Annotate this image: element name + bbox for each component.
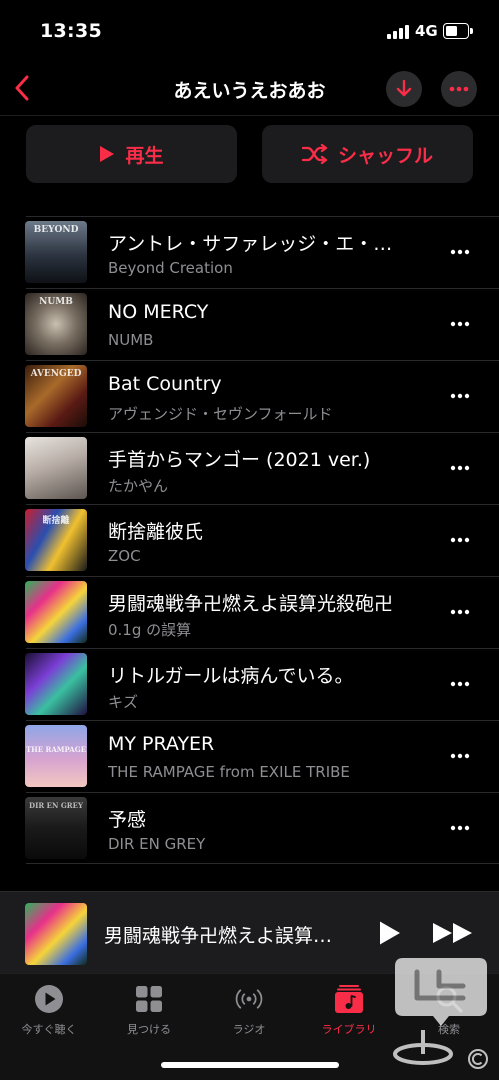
more-options-button[interactable] <box>441 71 477 107</box>
ellipsis-icon <box>450 393 470 399</box>
ellipsis-icon <box>450 321 470 327</box>
grid-icon <box>134 984 164 1014</box>
track-title: NO MERCY <box>108 301 209 323</box>
track-title: 断捨離彼氏 <box>108 521 204 543</box>
track-more-button[interactable] <box>445 600 475 624</box>
ellipsis-icon <box>450 537 470 543</box>
track-title: アントレ・サファレッジ・エ・… <box>108 233 393 255</box>
track-artist: Beyond Creation <box>108 259 233 277</box>
tab-label: ライブラリ <box>321 1023 377 1036</box>
album-artwork: BEYOND <box>25 221 87 283</box>
track-row[interactable]: NUMB NO MERCY NUMB <box>0 288 499 360</box>
page-title: あえいうえおあお <box>173 80 326 102</box>
track-row[interactable]: 断捨離 断捨離彼氏 ZOC <box>0 504 499 576</box>
tab-radio[interactable]: ラジオ <box>199 984 299 1044</box>
track-row[interactable]: 手首からマンゴー (2021 ver.) たかやん <box>0 432 499 504</box>
album-artwork <box>25 437 87 499</box>
ellipsis-icon <box>449 86 469 92</box>
tab-label: ラジオ <box>232 1023 266 1036</box>
track-artist: DIR EN GREY <box>108 835 206 853</box>
track-artist: THE RAMPAGE from EXILE TRIBE <box>108 763 350 781</box>
track-title: 手首からマンゴー (2021 ver.) <box>108 449 371 471</box>
ellipsis-icon <box>450 249 470 255</box>
play-button[interactable]: 再生 <box>26 125 237 183</box>
album-artwork: DIR EN GREY <box>25 797 87 859</box>
track-row[interactable]: リトルガールは病んでいる。 キズ <box>0 648 499 720</box>
status-bar: 13:35 4G <box>0 0 499 62</box>
play-circle-icon <box>34 984 64 1014</box>
radio-waves-icon <box>234 984 264 1014</box>
album-artwork: 断捨離 <box>25 509 87 571</box>
now-playing-artwork <box>25 903 87 965</box>
track-list: BEYOND アントレ・サファレッジ・エ・… Beyond Creation N… <box>0 216 499 864</box>
home-indicator <box>161 1062 339 1068</box>
track-title: Bat Country <box>108 373 222 395</box>
album-artwork: AVENGED <box>25 365 87 427</box>
ellipsis-icon <box>450 825 470 831</box>
track-row[interactable]: 男闘魂戦争卍燃えよ誤算光殺砲卍 0.1g の誤算 <box>0 576 499 648</box>
track-more-button[interactable] <box>445 816 475 840</box>
track-more-button[interactable] <box>445 312 475 336</box>
play-icon <box>380 921 400 945</box>
shuffle-icon <box>301 144 328 164</box>
ellipsis-icon <box>450 609 470 615</box>
nav-bar: あえいうえおあお <box>0 62 499 116</box>
watermark-logo <box>393 958 488 1069</box>
track-artist: アヴェンジド・セヴンフォールド <box>108 405 333 423</box>
battery-icon <box>443 23 473 39</box>
track-title: 男闘魂戦争卍燃えよ誤算光殺砲卍 <box>108 593 394 615</box>
download-arrow-icon <box>396 80 412 97</box>
track-more-button[interactable] <box>445 384 475 408</box>
track-row[interactable]: DIR EN GREY 予感 DIR EN GREY <box>0 792 499 864</box>
track-artist: 0.1g の誤算 <box>108 621 192 639</box>
tab-listen-now[interactable]: 今すぐ聴く <box>0 984 99 1044</box>
ellipsis-icon <box>450 753 470 759</box>
skip-forward-button[interactable] <box>430 917 476 949</box>
network-label: 4G <box>415 22 438 40</box>
album-artwork: NUMB <box>25 293 87 355</box>
album-artwork <box>25 653 87 715</box>
track-title: 予感 <box>108 809 147 831</box>
play-button-label: 再生 <box>125 144 164 167</box>
track-artist: ZOC <box>108 547 141 565</box>
track-row[interactable]: BEYOND アントレ・サファレッジ・エ・… Beyond Creation <box>0 216 499 288</box>
track-more-button[interactable] <box>445 672 475 696</box>
tab-browse[interactable]: 見つける <box>99 984 199 1044</box>
play-icon <box>100 146 115 162</box>
music-library-icon <box>334 984 364 1014</box>
tab-label: 今すぐ聴く <box>21 1023 77 1036</box>
download-button[interactable] <box>386 71 422 107</box>
track-artist: NUMB <box>108 331 154 349</box>
track-title: リトルガールは病んでいる。 <box>108 665 354 687</box>
album-artwork <box>25 581 87 643</box>
track-more-button[interactable] <box>445 240 475 264</box>
track-artist: キズ <box>108 693 139 711</box>
track-row[interactable]: AVENGED Bat Country アヴェンジド・セヴンフォールド <box>0 360 499 432</box>
track-more-button[interactable] <box>445 744 475 768</box>
shuffle-button-label: シャッフル <box>337 144 433 167</box>
tab-label: 見つける <box>127 1023 171 1036</box>
ellipsis-icon <box>450 681 470 687</box>
fast-forward-icon <box>433 923 472 943</box>
album-artwork: THE RAMPAGE <box>25 725 87 787</box>
track-title: MY PRAYER <box>108 733 215 755</box>
signal-icon <box>387 25 409 39</box>
screen: 13:35 4G あえいうえおあお 再生 シャッフル BEYOND アントレ・サ… <box>0 0 499 1080</box>
now-playing-title: 男闘魂戦争卍燃えよ誤算… <box>104 925 333 947</box>
track-more-button[interactable] <box>445 456 475 480</box>
status-time: 13:35 <box>40 20 102 42</box>
track-more-button[interactable] <box>445 528 475 552</box>
shuffle-button[interactable]: シャッフル <box>262 125 473 183</box>
play-button-mini[interactable] <box>374 917 406 949</box>
track-artist: たかやん <box>108 477 169 495</box>
tab-library[interactable]: ライブラリ <box>299 984 399 1044</box>
track-row[interactable]: THE RAMPAGE MY PRAYER THE RAMPAGE from E… <box>0 720 499 792</box>
ellipsis-icon <box>450 465 470 471</box>
